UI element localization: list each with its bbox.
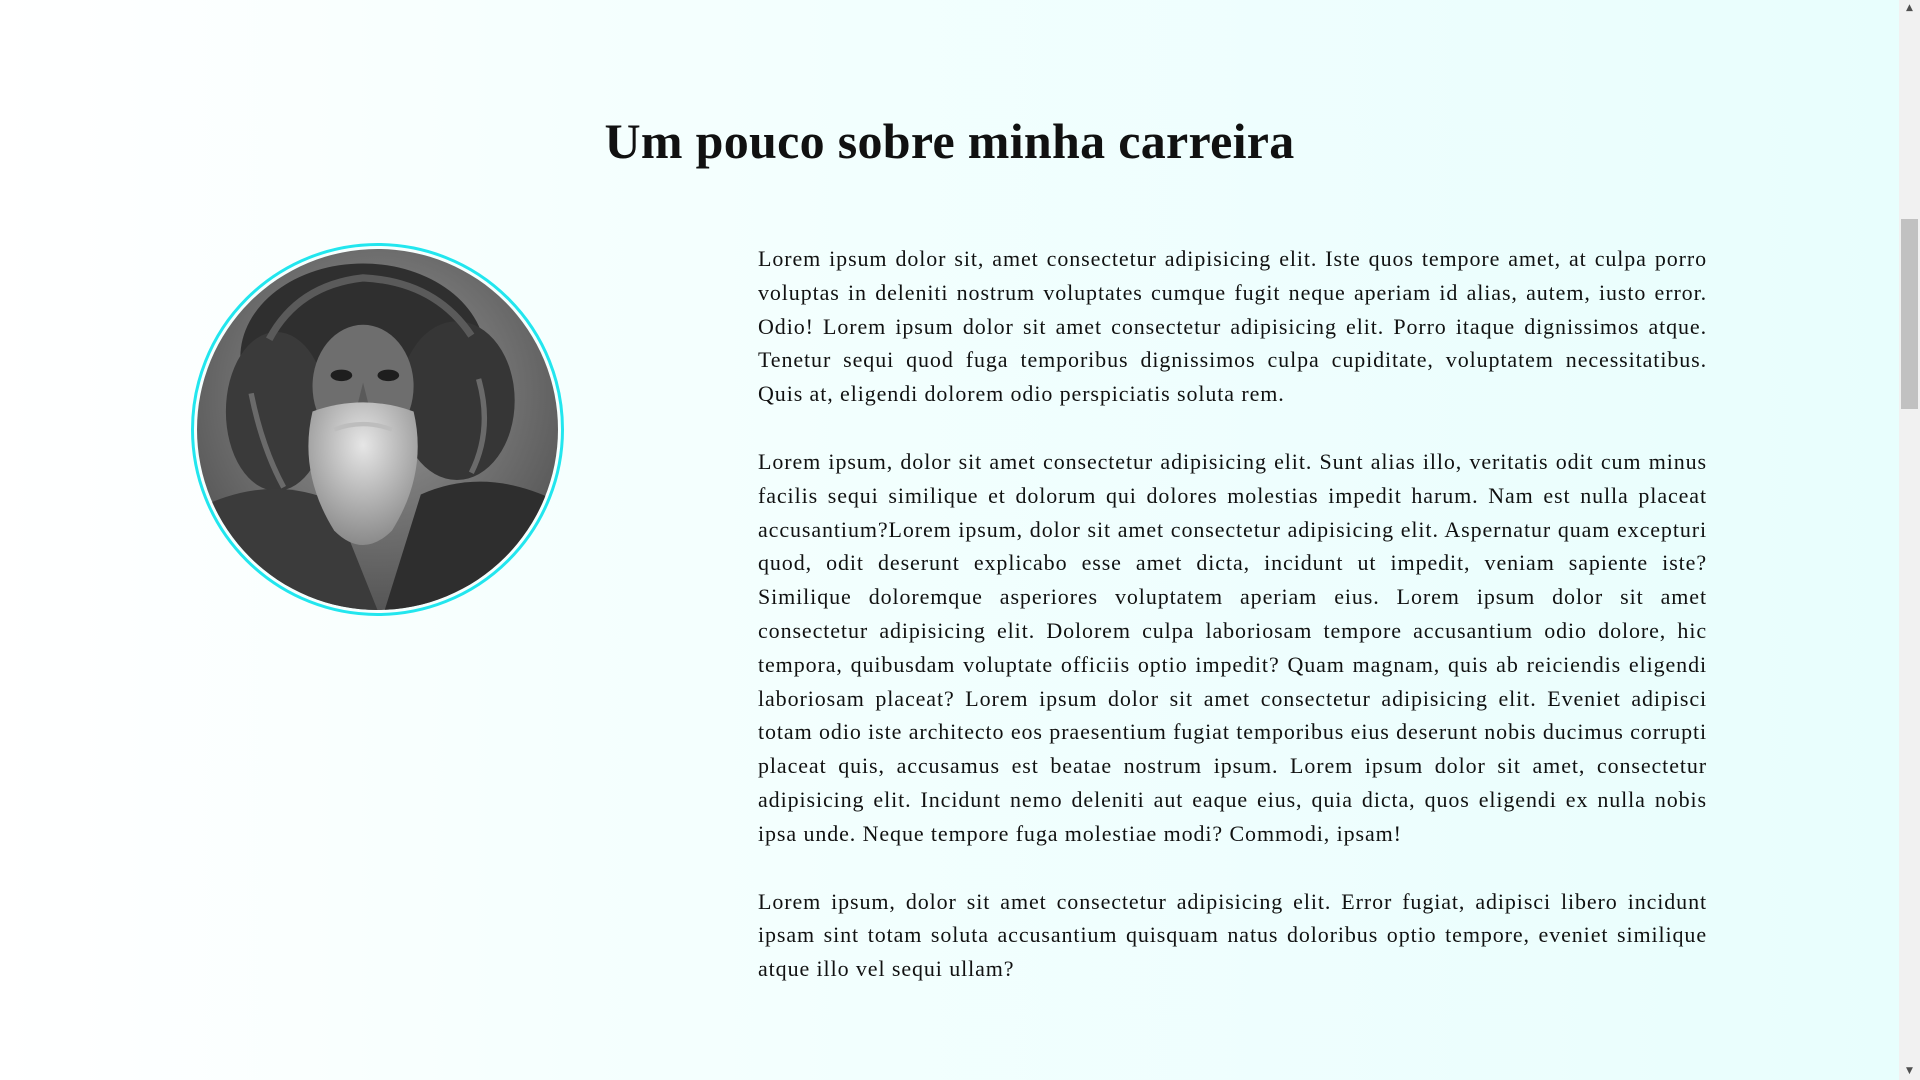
portrait-image [197, 249, 558, 610]
profile-photo [191, 243, 564, 616]
section-title: Um pouco sobre minha carreira [604, 113, 1295, 169]
vertical-scrollbar[interactable]: ▲ ▼ [1899, 0, 1920, 1080]
career-paragraph-3: Lorem ipsum, dolor sit amet consectetur … [758, 888, 1707, 982]
scroll-up-arrow-icon[interactable]: ▲ [1899, 0, 1920, 17]
career-paragraph-1: Lorem ipsum dolor sit, amet consectetur … [758, 246, 1707, 407]
about-section: Um pouco sobre minha carreira Lorem ipsu… [0, 0, 1899, 1080]
career-paragraph-2: Lorem ipsum, dolor sit amet consectetur … [758, 448, 1707, 846]
scrollbar-thumb[interactable] [1901, 219, 1918, 409]
career-text: Lorem ipsum dolor sit, amet consectetur … [758, 242, 1707, 1020]
scroll-down-arrow-icon[interactable]: ▼ [1899, 1063, 1920, 1080]
